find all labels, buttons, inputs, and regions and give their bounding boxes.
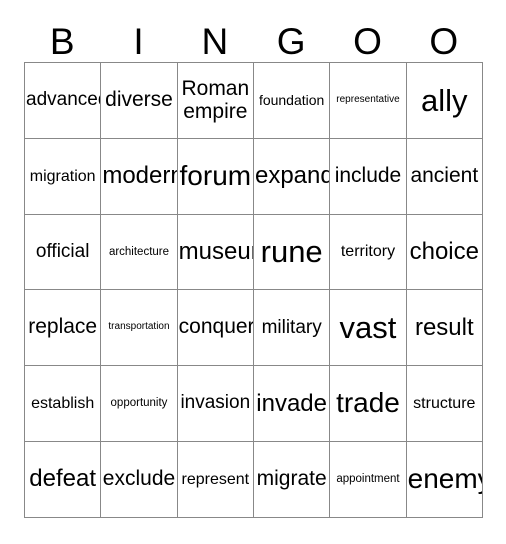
bingo-cell[interactable]: opportunity bbox=[101, 366, 178, 442]
bingo-cell-label: invade bbox=[256, 389, 328, 417]
bingo-grid: advanced diverse Roman empire foundation… bbox=[24, 62, 483, 518]
bingo-cell[interactable]: architecture bbox=[101, 214, 178, 291]
bingo-row: establish opportunity invasion invade tr… bbox=[25, 366, 483, 442]
bingo-cell-label: ally bbox=[421, 82, 468, 118]
bingo-cell[interactable]: choice bbox=[406, 214, 483, 291]
bingo-cell-label: exclude bbox=[102, 467, 176, 491]
header-letter-2: N bbox=[201, 21, 229, 62]
bingo-cell[interactable]: ancient bbox=[406, 138, 483, 215]
bingo-cell-label: military bbox=[261, 316, 322, 338]
bingo-cell[interactable]: invasion bbox=[177, 366, 254, 442]
bingo-cell[interactable]: vast bbox=[330, 290, 407, 367]
bingo-cell-label: representative bbox=[336, 94, 400, 105]
bingo-cell-label: invasion bbox=[180, 392, 251, 414]
bingo-row: replace transportation conquer military … bbox=[25, 290, 483, 367]
bingo-card: B I N G O O advanced diverse Roman empir… bbox=[24, 14, 483, 518]
bingo-cell[interactable]: defeat bbox=[25, 441, 102, 518]
bingo-cell-label: result bbox=[414, 313, 474, 341]
bingo-cell[interactable]: Roman empire bbox=[177, 63, 254, 139]
bingo-cell[interactable]: official bbox=[25, 214, 102, 291]
bingo-cell-label: architecture bbox=[108, 245, 170, 258]
bingo-cell-label: forum bbox=[179, 160, 252, 192]
bingo-cell-label: include bbox=[334, 163, 402, 187]
bingo-cell[interactable]: advanced bbox=[25, 63, 102, 139]
bingo-cell[interactable]: appointment bbox=[330, 441, 407, 518]
header-letter-4: O bbox=[353, 21, 382, 62]
header-letter-3: G bbox=[276, 21, 306, 62]
bingo-header: B I N G O O bbox=[24, 14, 482, 62]
bingo-cell-label: migration bbox=[29, 167, 96, 185]
bingo-cell[interactable]: diverse bbox=[101, 63, 178, 139]
bingo-cell-label: official bbox=[35, 240, 90, 262]
bingo-cell-label: replace bbox=[28, 315, 98, 339]
bingo-cell[interactable]: representative bbox=[330, 63, 407, 139]
bingo-row: defeat exclude represent migrate appoint… bbox=[25, 441, 483, 518]
bingo-cell[interactable]: migration bbox=[25, 138, 102, 215]
bingo-cell[interactable]: invade bbox=[253, 366, 331, 442]
bingo-row: official architecture museum rune territ… bbox=[25, 214, 483, 291]
bingo-cell[interactable]: military bbox=[253, 290, 331, 367]
bingo-cell[interactable]: territory bbox=[330, 214, 407, 291]
bingo-row: migration modern forum expand include an… bbox=[25, 138, 483, 215]
bingo-cell[interactable]: rune bbox=[253, 214, 331, 291]
header-letter-0: B bbox=[49, 21, 75, 62]
bingo-cell-label: diverse bbox=[105, 88, 173, 112]
bingo-cell-label: rune bbox=[260, 234, 323, 270]
bingo-cell-label: migrate bbox=[256, 467, 327, 491]
bingo-cell[interactable]: expand bbox=[253, 138, 331, 215]
bingo-cell-label: structure bbox=[413, 394, 476, 412]
bingo-cell[interactable]: structure bbox=[406, 366, 483, 442]
bingo-cell-label: defeat bbox=[29, 465, 97, 493]
bingo-cell[interactable]: museum bbox=[177, 214, 254, 291]
bingo-cell[interactable]: establish bbox=[25, 366, 102, 442]
bingo-cell[interactable]: foundation bbox=[253, 63, 331, 139]
bingo-cell[interactable]: forum bbox=[177, 138, 254, 215]
bingo-cell[interactable]: represent bbox=[177, 441, 254, 518]
bingo-cell-label: modern bbox=[102, 162, 178, 190]
bingo-cell-label: Roman empire bbox=[181, 76, 250, 124]
bingo-cell[interactable]: ally bbox=[406, 63, 483, 139]
bingo-cell-label: conquer bbox=[178, 315, 254, 339]
bingo-cell-label: territory bbox=[340, 243, 396, 261]
bingo-cell-label: appointment bbox=[336, 473, 400, 486]
bingo-cell[interactable]: transportation bbox=[101, 290, 178, 367]
bingo-cell[interactable]: include bbox=[330, 138, 407, 215]
bingo-cell[interactable]: trade bbox=[330, 366, 407, 442]
bingo-cell-label: foundation bbox=[258, 91, 325, 108]
bingo-cell-label: ancient bbox=[410, 163, 479, 187]
bingo-cell[interactable]: exclude bbox=[101, 441, 178, 518]
bingo-cell-label: museum bbox=[178, 238, 253, 266]
bingo-cell-label: opportunity bbox=[110, 397, 168, 410]
header-letter-1: I bbox=[133, 21, 144, 62]
bingo-cell-label: establish bbox=[31, 394, 95, 412]
bingo-row: advanced diverse Roman empire foundation… bbox=[25, 63, 483, 139]
bingo-cell-label: enemy bbox=[407, 463, 482, 495]
bingo-cell[interactable]: result bbox=[406, 290, 483, 367]
bingo-cell-label: advanced bbox=[26, 89, 102, 111]
bingo-cell-label: transportation bbox=[108, 321, 170, 333]
bingo-cell-label: vast bbox=[339, 310, 397, 346]
bingo-cell[interactable]: enemy bbox=[406, 441, 483, 518]
bingo-cell[interactable]: replace bbox=[25, 290, 102, 367]
bingo-cell[interactable]: modern bbox=[101, 138, 178, 215]
bingo-cell[interactable]: migrate bbox=[253, 441, 331, 518]
bingo-cell-label: choice bbox=[409, 238, 479, 266]
bingo-cell-label: represent bbox=[181, 470, 250, 488]
bingo-cell-label: expand bbox=[254, 162, 331, 190]
bingo-cell[interactable]: conquer bbox=[177, 290, 254, 367]
header-letter-5: O bbox=[429, 21, 459, 62]
bingo-cell-label: trade bbox=[336, 387, 400, 419]
